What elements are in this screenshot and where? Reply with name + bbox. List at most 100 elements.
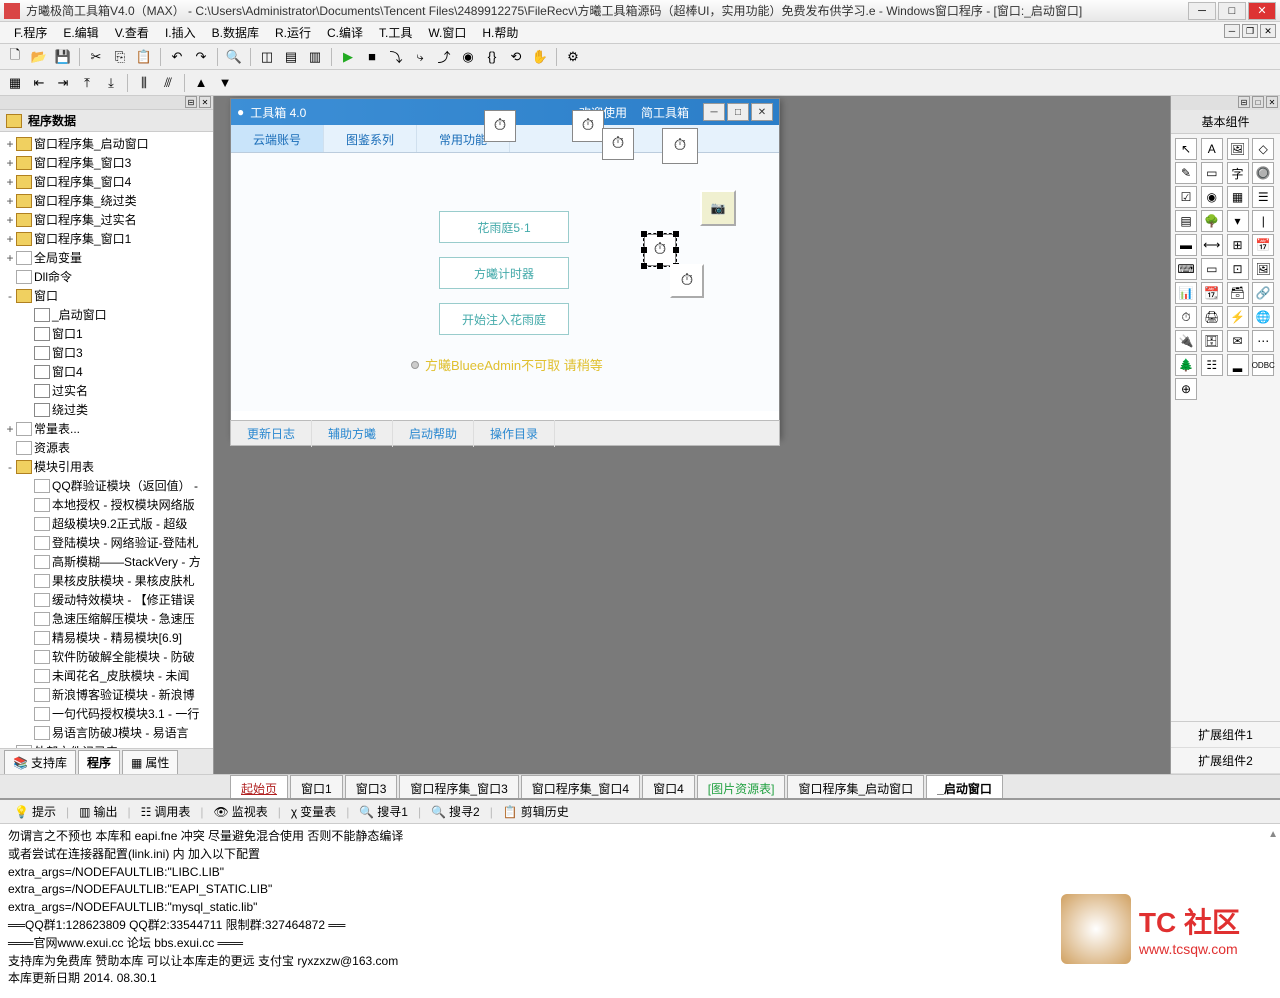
tree-node[interactable]: QQ群验证模块（返回值） - xyxy=(2,476,211,495)
output-tab-hint[interactable]: 💡提示 xyxy=(6,800,64,823)
palette-calendar-icon[interactable]: 📆 xyxy=(1201,282,1223,304)
app-button-2[interactable]: 方曦计时器 xyxy=(439,257,569,289)
menu-help[interactable]: H.帮助 xyxy=(474,22,526,43)
distrib-h-icon[interactable]: ⫼ xyxy=(133,72,155,94)
app-tab-image[interactable]: 图鉴系列 xyxy=(324,125,417,152)
tree-node[interactable]: 窗口1 xyxy=(2,324,211,343)
maximize-button[interactable]: □ xyxy=(1218,2,1246,20)
debug3-icon[interactable]: ✋ xyxy=(529,46,551,68)
btab-ops[interactable]: 操作目录 xyxy=(474,420,555,447)
mdi-restore[interactable]: ❐ xyxy=(1242,24,1258,38)
tree-toggle-icon[interactable]: - xyxy=(4,289,16,303)
paste-icon[interactable]: 📋 xyxy=(133,46,155,68)
timer-component-3[interactable]: ⏱ xyxy=(602,128,634,160)
tree-toggle-icon[interactable]: + xyxy=(4,422,16,436)
tree-toggle-icon[interactable]: + xyxy=(4,137,16,151)
palette-picture-icon[interactable]: 🖼 xyxy=(1227,138,1249,160)
left-tab-properties[interactable]: ▦属性 xyxy=(122,750,178,774)
redo-icon[interactable]: ↷ xyxy=(190,46,212,68)
tree-node[interactable]: -窗口 xyxy=(2,286,211,305)
rpanel-close-icon[interactable]: ✕ xyxy=(1266,96,1278,108)
menu-view[interactable]: V.查看 xyxy=(107,22,157,43)
mdi-close[interactable]: ✕ xyxy=(1260,24,1276,38)
breakpoint-icon[interactable]: ◉ xyxy=(457,46,479,68)
document-tab[interactable]: 窗口3 xyxy=(345,775,398,798)
tree-node[interactable]: +窗口程序集_窗口1 xyxy=(2,229,211,248)
btab-assist[interactable]: 辅助方曦 xyxy=(312,420,393,447)
output-tab-clip[interactable]: 📋剪辑历史 xyxy=(495,800,577,823)
tree-node[interactable]: 急速压缩解压模块 - 急速压 xyxy=(2,609,211,628)
palette-frame-icon[interactable]: ▭ xyxy=(1201,162,1223,184)
tree-node[interactable]: 资源表 xyxy=(2,438,211,457)
stepover-icon[interactable]: ⤵ xyxy=(385,46,407,68)
output-tab-search1[interactable]: 🔍搜寻1 xyxy=(351,800,416,823)
timer-component-2[interactable]: ⏱ xyxy=(572,110,604,142)
mdi-minimize[interactable]: ─ xyxy=(1224,24,1240,38)
timer-component-selected[interactable]: ⏱ xyxy=(644,234,676,266)
palette-radio-icon[interactable]: ◉ xyxy=(1201,186,1223,208)
output-tab-watch[interactable]: 👁监视表 xyxy=(205,800,275,823)
palette-sock-icon[interactable]: 🔌 xyxy=(1175,330,1197,352)
app-button-1[interactable]: 花雨庭5·1 xyxy=(439,211,569,243)
layout1-icon[interactable]: ◫ xyxy=(256,46,278,68)
left-tab-program[interactable]: 程序 xyxy=(78,750,120,774)
tree-node[interactable]: 登陆模块 - 网络验证-登陆札 xyxy=(2,533,211,552)
output-tab-call[interactable]: ☷调用表 xyxy=(133,800,199,823)
app-min-button[interactable]: ─ xyxy=(703,103,725,121)
tree-toggle-icon[interactable]: + xyxy=(4,251,16,265)
debug2-icon[interactable]: ⟲ xyxy=(505,46,527,68)
layout2-icon[interactable]: ▤ xyxy=(280,46,302,68)
palette-tab-icon[interactable]: ⊞ xyxy=(1227,234,1249,256)
document-tab[interactable]: 窗口程序集_启动窗口 xyxy=(787,775,924,798)
palette-status-icon[interactable]: ▂ xyxy=(1227,354,1249,376)
menu-database[interactable]: B.数据库 xyxy=(204,22,267,43)
tree-node[interactable]: +窗口程序集_绕过类 xyxy=(2,191,211,210)
palette-serial-icon[interactable]: ⚡ xyxy=(1227,306,1249,328)
app-max-button[interactable]: □ xyxy=(727,103,749,121)
palette-timer-icon[interactable]: ⏱ xyxy=(1175,306,1197,328)
tree-node[interactable]: 本地授权 - 授权模块网络版 xyxy=(2,495,211,514)
menu-program[interactable]: F.程序 xyxy=(6,22,55,43)
tree-toggle-icon[interactable]: - xyxy=(4,460,16,474)
tree-toggle-icon[interactable]: + xyxy=(4,194,16,208)
menu-tools[interactable]: T.工具 xyxy=(371,22,420,43)
run-icon[interactable]: ▶ xyxy=(337,46,359,68)
palette-check-icon[interactable]: ☑ xyxy=(1175,186,1197,208)
palette-extra-icon[interactable]: ⊕ xyxy=(1175,378,1197,400)
tree-node[interactable]: 果核皮肤模块 - 果核皮肤札 xyxy=(2,571,211,590)
align-bottom-icon[interactable]: ⤓ xyxy=(100,72,122,94)
tree-node[interactable]: 一句代码授权模块3.1 - 一行 xyxy=(2,704,211,723)
output-tab-var[interactable]: χ变量表 xyxy=(283,800,344,823)
save-icon[interactable]: 💾 xyxy=(52,46,74,68)
panel-pin-icon[interactable]: ⊟ xyxy=(185,96,197,108)
find-icon[interactable]: 🔍 xyxy=(223,46,245,68)
new-icon[interactable]: 🗋 xyxy=(4,46,26,68)
menu-window[interactable]: W.窗口 xyxy=(420,22,474,43)
menu-edit[interactable]: E.编辑 xyxy=(55,22,106,43)
tree-node[interactable]: Dll命令 xyxy=(2,267,211,286)
palette-tree-icon[interactable]: 🌳 xyxy=(1201,210,1223,232)
palette-scroll-icon[interactable]: | xyxy=(1252,210,1274,232)
minimize-button[interactable]: ─ xyxy=(1188,2,1216,20)
bring-front-icon[interactable]: ▲ xyxy=(190,72,212,94)
tree-node[interactable]: +窗口程序集_窗口3 xyxy=(2,153,211,172)
tree-node[interactable]: 新浪博客验证模块 - 新浪博 xyxy=(2,685,211,704)
palette-tree2-icon[interactable]: 🌲 xyxy=(1175,354,1197,376)
tree-toggle-icon[interactable]: + xyxy=(4,213,16,227)
palette-net-icon[interactable]: 🌐 xyxy=(1252,306,1274,328)
palette-misc-icon[interactable]: ⋯ xyxy=(1252,330,1274,352)
tree-node[interactable]: +窗口程序集_过实名 xyxy=(2,210,211,229)
palette-combo-icon[interactable]: ▾ xyxy=(1227,210,1249,232)
palette-slider-icon[interactable]: ⟷ xyxy=(1201,234,1223,256)
align-left-icon[interactable]: ⇤ xyxy=(28,72,50,94)
output-tab-output[interactable]: ▥输出 xyxy=(71,800,125,823)
palette-group-icon[interactable]: ⊡ xyxy=(1227,258,1249,280)
palette-chart-icon[interactable]: 📊 xyxy=(1175,282,1197,304)
palette-print-icon[interactable]: 🖨 xyxy=(1201,306,1223,328)
document-tab[interactable]: 窗口4 xyxy=(642,775,695,798)
project-tree[interactable]: +窗口程序集_启动窗口+窗口程序集_窗口3+窗口程序集_窗口4+窗口程序集_绕过… xyxy=(0,132,213,748)
debug1-icon[interactable]: {} xyxy=(481,46,503,68)
tree-node[interactable]: 超级模块9.2正式版 - 超级 xyxy=(2,514,211,533)
tree-node[interactable]: _启动窗口 xyxy=(2,305,211,324)
tree-node[interactable]: 易语言防破J模块 - 易语言 xyxy=(2,723,211,742)
